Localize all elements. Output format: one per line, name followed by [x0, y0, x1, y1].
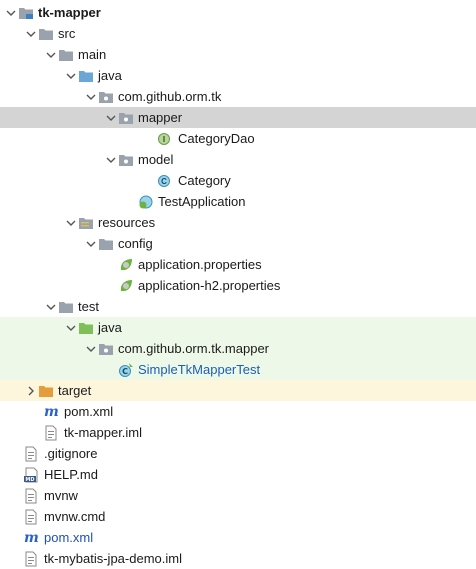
tree-node-tk-mapper[interactable]: tk-mapper: [0, 2, 476, 23]
tree-node-model[interactable]: model: [0, 149, 476, 170]
chevron-down-icon[interactable]: [104, 107, 118, 128]
maven-icon: m: [44, 403, 59, 420]
source-folder-icon: [78, 65, 96, 86]
file-icon: [44, 422, 62, 443]
tree-node-label: pom.xml: [64, 404, 114, 419]
chevron-down-icon[interactable]: [84, 233, 98, 254]
chevron-down-icon[interactable]: [64, 317, 78, 338]
tree-node-root-pom[interactable]: m pom.xml: [0, 527, 476, 548]
chevron-down-icon[interactable]: [44, 296, 58, 317]
file-icon: [24, 506, 42, 527]
tree-node-main[interactable]: main: [0, 44, 476, 65]
tree-node-label: application-h2.properties: [138, 278, 281, 293]
class-icon: C: [158, 170, 176, 191]
maven-icon: m: [24, 529, 39, 546]
tree-node-test[interactable]: test: [0, 296, 476, 317]
tree-node-application-properties[interactable]: application.properties: [0, 254, 476, 275]
package-icon: [98, 86, 116, 107]
tree-node-package-test[interactable]: com.github.orm.tk.mapper: [0, 338, 476, 359]
tree-node-label: com.github.orm.tk.mapper: [118, 341, 270, 356]
package-icon: [98, 338, 116, 359]
tree-node-module-iml[interactable]: tk-mapper.iml: [0, 422, 476, 443]
test-source-folder-icon: [78, 317, 96, 338]
package-icon: [118, 107, 136, 128]
tree-node-java-test[interactable]: java: [0, 317, 476, 338]
tree-node-label: application.properties: [138, 257, 262, 272]
tree-node-label: mvnw.cmd: [44, 509, 106, 524]
tree-node-java-main[interactable]: java: [0, 65, 476, 86]
tree-node-package-main[interactable]: com.github.orm.tk: [0, 86, 476, 107]
resources-folder-icon: [78, 212, 96, 233]
folder-icon: [38, 23, 56, 44]
spring-properties-icon: [118, 254, 136, 275]
chevron-right-icon[interactable]: [24, 380, 38, 401]
chevron-down-icon[interactable]: [84, 86, 98, 107]
tree-node-mvnw[interactable]: mvnw: [0, 485, 476, 506]
file-icon: [24, 443, 42, 464]
tree-node-label: main: [78, 47, 107, 62]
tree-node-test-application[interactable]: TestApplication: [0, 191, 476, 212]
tree-node-label: mvnw: [44, 488, 78, 503]
folder-icon: [58, 44, 76, 65]
spring-boot-class-icon: [138, 191, 156, 212]
folder-icon: [58, 296, 76, 317]
tree-node-label: Category: [178, 173, 231, 188]
tree-node-label: java: [98, 68, 122, 83]
tree-node-target[interactable]: target: [0, 380, 476, 401]
tree-node-src[interactable]: src: [0, 23, 476, 44]
tree-node-label: pom.xml: [44, 530, 94, 545]
tree-node-label: model: [138, 152, 174, 167]
chevron-down-icon[interactable]: [4, 2, 18, 23]
tree-node-help-md[interactable]: MD HELP.md: [0, 464, 476, 485]
tree-node-label: SimpleTkMapperTest: [138, 362, 261, 377]
tree-node-category-dao[interactable]: I CategoryDao: [0, 128, 476, 149]
tree-node-label: tk-mybatis-jpa-demo.iml: [44, 551, 182, 566]
tree-node-mapper[interactable]: mapper: [0, 107, 476, 128]
tree-node-label: resources: [98, 215, 156, 230]
tree-node-label: com.github.orm.tk: [118, 89, 222, 104]
chevron-down-icon[interactable]: [104, 149, 118, 170]
test-class-icon: C: [118, 359, 136, 380]
chevron-down-icon[interactable]: [24, 23, 38, 44]
tree-node-gitignore[interactable]: .gitignore: [0, 443, 476, 464]
svg-text:MD: MD: [25, 477, 34, 483]
tree-node-label: mapper: [138, 110, 183, 125]
tree-node-label: CategoryDao: [178, 131, 255, 146]
tree-node-label: src: [58, 26, 76, 41]
tree-node-label: .gitignore: [44, 446, 98, 461]
svg-text:C: C: [122, 367, 128, 376]
tree-node-label: TestApplication: [158, 194, 246, 209]
tree-node-label: HELP.md: [44, 467, 98, 482]
tree-node-simple-tk-mapper-test[interactable]: C SimpleTkMapperTest: [0, 359, 476, 380]
file-icon: [24, 485, 42, 506]
tree-node-label: test: [78, 299, 99, 314]
chevron-down-icon[interactable]: [44, 44, 58, 65]
tree-node-category[interactable]: C Category: [0, 170, 476, 191]
chevron-down-icon[interactable]: [64, 212, 78, 233]
tree-node-label: tk-mapper: [38, 5, 101, 20]
module-folder-icon: [18, 2, 36, 23]
chevron-down-icon[interactable]: [84, 338, 98, 359]
tree-node-config[interactable]: config: [0, 233, 476, 254]
tree-node-label: tk-mapper.iml: [64, 425, 143, 440]
tree-node-resources[interactable]: resources: [0, 212, 476, 233]
tree-node-label: target: [58, 383, 92, 398]
spring-properties-icon: [118, 275, 136, 296]
folder-icon: [98, 233, 116, 254]
markdown-icon: MD: [24, 464, 42, 485]
interface-icon: I: [158, 128, 176, 149]
package-icon: [118, 149, 136, 170]
tree-node-label: config: [118, 236, 153, 251]
tree-node-label: java: [98, 320, 122, 335]
chevron-down-icon[interactable]: [64, 65, 78, 86]
tree-node-mvnw-cmd[interactable]: mvnw.cmd: [0, 506, 476, 527]
tree-node-application-h2-properties[interactable]: application-h2.properties: [0, 275, 476, 296]
tree-node-module-pom[interactable]: m pom.xml: [0, 401, 476, 422]
excluded-folder-icon: [38, 380, 56, 401]
